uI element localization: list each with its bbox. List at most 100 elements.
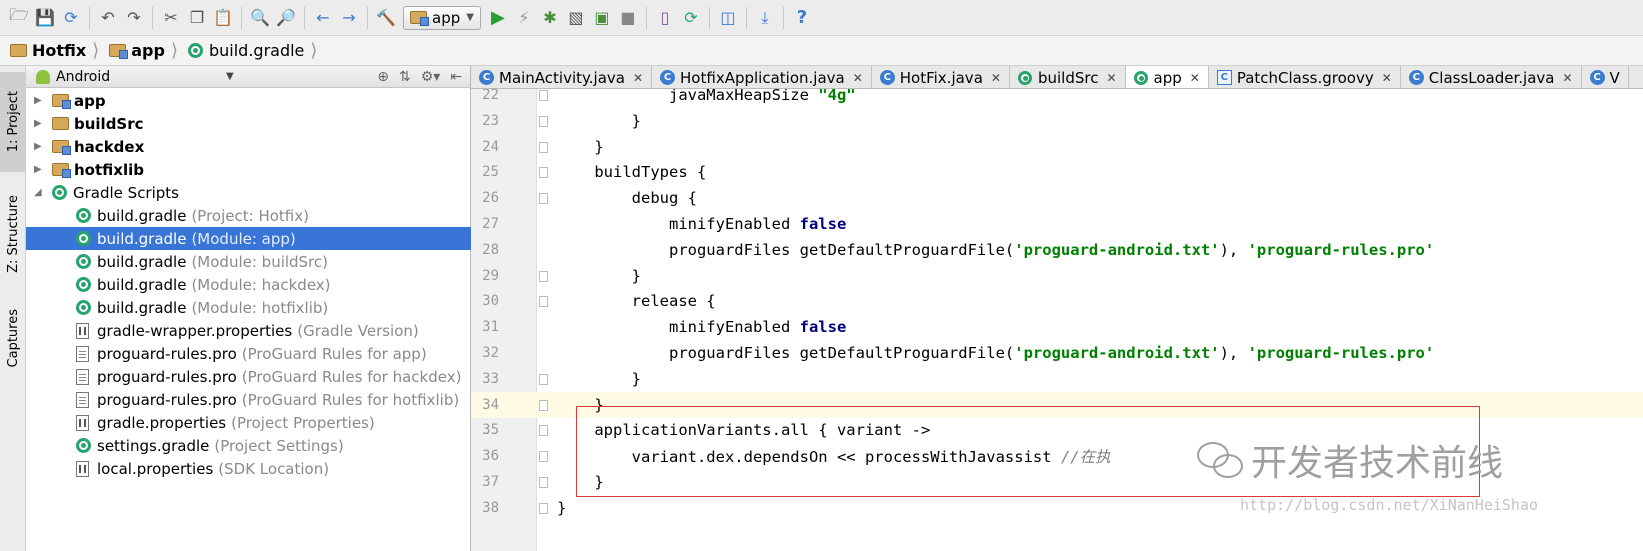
code-line[interactable]: 24 }	[471, 134, 1643, 160]
code-line[interactable]: 28 proguardFiles getDefaultProguardFile(…	[471, 237, 1643, 263]
fold-marker-icon[interactable]	[539, 270, 548, 282]
code-line[interactable]: 23 }	[471, 108, 1643, 134]
tree-item[interactable]: gradle-wrapper.properties (Gradle Version…	[26, 319, 471, 342]
breadcrumb-item-file[interactable]: build.gradle ⟩	[187, 36, 327, 66]
cut-icon[interactable]: ✂	[158, 5, 184, 31]
sdk-manager-icon[interactable]: ⤓	[752, 5, 778, 31]
tree-item[interactable]: ▶ app	[26, 89, 471, 112]
tab-structure[interactable]: Z: Structure	[0, 180, 26, 288]
close-icon[interactable]: ✕	[991, 71, 1001, 85]
code-line[interactable]: 27 minifyEnabled false	[471, 211, 1643, 237]
close-icon[interactable]: ✕	[1562, 71, 1572, 85]
tree-item[interactable]: build.gradle (Module: hotfixlib)	[26, 296, 471, 319]
open-folder-icon[interactable]: 🗁	[6, 5, 32, 31]
code-line[interactable]: 33 }	[471, 366, 1643, 392]
tree-item[interactable]: build.gradle (Module: buildSrc)	[26, 250, 471, 273]
run-icon[interactable]: ▶	[485, 5, 511, 31]
close-icon[interactable]: ✕	[1106, 71, 1116, 85]
tree-item[interactable]: ▶ hotfixlib	[26, 158, 471, 181]
code-line[interactable]: 22 javaMaxHeapSize "4g"	[471, 89, 1643, 108]
view-selector[interactable]: Android	[56, 69, 110, 85]
editor-tab[interactable]: C HotFix.java ✕	[872, 66, 1010, 88]
tree-item[interactable]: build.gradle (Module: hackdex)	[26, 273, 471, 296]
stop-icon[interactable]: ■	[615, 5, 641, 31]
fold-marker-icon[interactable]	[539, 477, 548, 488]
tree-item[interactable]: proguard-rules.pro (ProGuard Rules for ap…	[26, 342, 471, 365]
fold-marker-icon[interactable]	[539, 502, 548, 514]
editor-tab[interactable]: C HotfixApplication.java ✕	[652, 66, 872, 88]
run-config-select[interactable]: app ▼	[403, 5, 481, 30]
breadcrumb-item-project[interactable]: Hotfix ⟩	[10, 36, 109, 66]
tree-item[interactable]: gradle.properties (Project Properties)	[26, 411, 471, 434]
tree-item[interactable]: ▶ hackdex	[26, 135, 471, 158]
sync-icon[interactable]: ⟳	[58, 5, 84, 31]
tab-captures[interactable]: Captures	[0, 298, 26, 378]
fold-marker-icon[interactable]	[539, 115, 548, 127]
fold-marker-icon[interactable]	[539, 451, 548, 463]
locate-icon[interactable]: ⊕	[377, 69, 389, 85]
tree-item[interactable]: proguard-rules.pro (ProGuard Rules for ho…	[26, 388, 471, 411]
breadcrumb-item-module[interactable]: app ⟩	[109, 36, 188, 66]
apply-changes-icon[interactable]: ⚡	[511, 5, 537, 31]
collapse-arrow-icon[interactable]: ▶	[34, 95, 42, 106]
close-icon[interactable]: ✕	[633, 71, 643, 85]
editor-tab[interactable]: C ClassLoader.java ✕	[1401, 66, 1582, 88]
debug-icon[interactable]: ✱	[537, 5, 563, 31]
editor-tab[interactable]: C PatchClass.groovy ✕	[1209, 66, 1401, 88]
forward-icon[interactable]: →	[336, 5, 362, 31]
editor-tab[interactable]: CV	[1582, 66, 1629, 88]
profile-icon[interactable]: ▧	[563, 5, 589, 31]
attach-debugger-icon[interactable]: ▣	[589, 5, 615, 31]
collapse-arrow-icon[interactable]: ▶	[34, 141, 42, 152]
tree-item[interactable]: proguard-rules.pro (ProGuard Rules for ha…	[26, 365, 471, 388]
editor-tab[interactable]: app ✕	[1125, 66, 1209, 88]
make-icon[interactable]: 🔨	[373, 5, 399, 31]
code-line[interactable]: 30 release {	[471, 288, 1643, 314]
tree-item[interactable]: build.gradle (Module: app)	[26, 227, 471, 250]
code-line[interactable]: 31 minifyEnabled false	[471, 314, 1643, 340]
chevron-down-icon[interactable]: ▼	[226, 71, 234, 82]
collapse-all-icon[interactable]: ⇅	[399, 69, 411, 85]
close-icon[interactable]: ✕	[853, 71, 863, 85]
avd-manager-icon[interactable]: ▯	[652, 5, 678, 31]
tree-item[interactable]: ◢ Gradle Scripts	[26, 181, 471, 204]
close-icon[interactable]: ✕	[1382, 71, 1392, 85]
hide-panel-icon[interactable]: ⇤	[450, 69, 462, 85]
code-line[interactable]: 29 }	[471, 263, 1643, 289]
expand-arrow-icon[interactable]: ◢	[34, 187, 42, 198]
find-icon[interactable]: 🔍	[247, 5, 273, 31]
help-icon[interactable]: ?	[789, 5, 815, 31]
fold-marker-icon[interactable]	[539, 90, 548, 101]
fold-marker-icon[interactable]	[539, 193, 548, 205]
code-line[interactable]: 25 buildTypes {	[471, 159, 1643, 185]
paste-icon[interactable]: 📋	[210, 5, 236, 31]
undo-icon[interactable]: ↶	[95, 5, 121, 31]
tree-item[interactable]: local.properties (SDK Location)	[26, 457, 471, 480]
code-line[interactable]: 26 debug {	[471, 185, 1643, 211]
collapse-arrow-icon[interactable]: ▶	[34, 118, 42, 129]
fold-marker-icon[interactable]	[539, 425, 548, 437]
tab-project[interactable]: 1: Project	[0, 72, 26, 172]
sync-gradle-icon[interactable]: ⟳	[678, 5, 704, 31]
copy-icon[interactable]: ❐	[184, 5, 210, 31]
gear-icon[interactable]: ⚙▾	[421, 69, 441, 85]
fold-marker-icon[interactable]	[539, 167, 548, 179]
tree-item[interactable]: settings.gradle (Project Settings)	[26, 434, 471, 457]
replace-icon[interactable]: 🔎	[273, 5, 299, 31]
collapse-arrow-icon[interactable]: ▶	[34, 164, 42, 175]
fold-marker-icon[interactable]	[539, 296, 548, 308]
fold-marker-icon[interactable]	[539, 399, 548, 411]
close-icon[interactable]: ✕	[1190, 71, 1200, 85]
tree-item[interactable]: build.gradle (Project: Hotfix)	[26, 204, 471, 227]
project-structure-icon[interactable]: ◫	[715, 5, 741, 31]
code-line[interactable]: 34 }	[471, 391, 1643, 418]
editor-tab[interactable]: C MainActivity.java ✕	[471, 66, 653, 88]
redo-icon[interactable]: ↷	[121, 5, 147, 31]
fold-marker-icon[interactable]	[539, 373, 548, 385]
save-icon[interactable]: 💾	[32, 5, 58, 31]
editor-tab[interactable]: buildSrc ✕	[1010, 66, 1126, 88]
back-icon[interactable]: ←	[310, 5, 336, 31]
fold-marker-icon[interactable]	[539, 141, 548, 153]
code-line[interactable]: 32 proguardFiles getDefaultProguardFile(…	[471, 340, 1643, 366]
tree-item[interactable]: ▶ buildSrc	[26, 112, 471, 135]
